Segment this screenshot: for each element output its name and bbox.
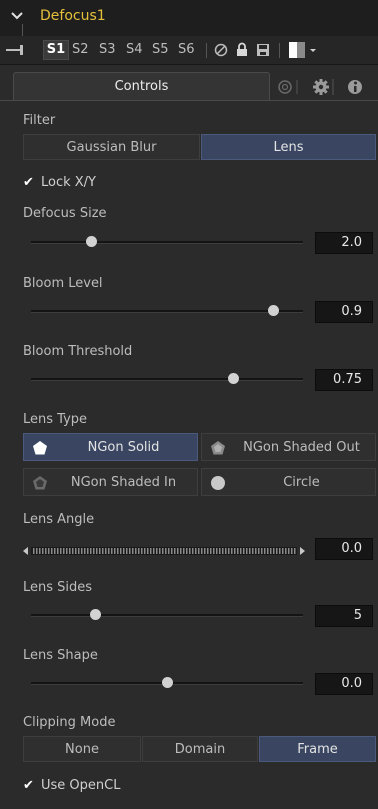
lens-angle-thumbwheel[interactable] (23, 545, 305, 557)
lens-type-label: Lens Type (23, 412, 88, 427)
tree-line (22, 24, 23, 36)
bloom-level-slider-track[interactable] (31, 310, 303, 313)
color-swatch-icon[interactable] (289, 42, 319, 58)
lens-ngon-shaded-out-label: NGon Shaded Out (243, 440, 360, 455)
lock-xy-checkbox[interactable]: ✔ Lock X/Y (23, 175, 96, 190)
modifiers-icon[interactable] (272, 77, 298, 97)
lock-xy-label: Lock X/Y (41, 175, 97, 190)
checkmark-icon: ✔ (23, 175, 34, 190)
lens-shape-label: Lens Shape (23, 648, 98, 663)
version-s1-button[interactable]: S1 (43, 40, 69, 60)
toolbar-divider (279, 43, 280, 58)
lens-circle-label: Circle (283, 475, 320, 490)
lock-icon[interactable] (236, 42, 248, 57)
lens-ngon-solid-button[interactable]: NGon Solid (23, 433, 198, 461)
chevron-down-icon[interactable] (10, 9, 24, 23)
bloom-threshold-slider-thumb[interactable] (228, 373, 239, 384)
pentagon-shaded-in-icon (33, 476, 47, 490)
info-icon[interactable] (342, 76, 368, 98)
use-opencl-label: Use OpenCL (41, 778, 121, 793)
defocus-size-label: Defocus Size (23, 206, 107, 221)
lens-shape-slider-thumb[interactable] (162, 677, 173, 688)
lens-ngon-solid-label: NGon Solid (87, 440, 160, 455)
bloom-threshold-slider-track[interactable] (31, 378, 303, 381)
pentagon-icon (33, 441, 47, 455)
filter-label: Filter (23, 113, 56, 128)
lens-shape-value[interactable]: 0.0 (315, 673, 373, 695)
lens-ngon-shaded-in-label: NGon Shaded In (70, 475, 177, 490)
lens-ngon-shaded-out-button[interactable]: NGon Shaded Out (201, 433, 376, 461)
clipping-mode-label: Clipping Mode (23, 715, 116, 730)
clipping-frame-button[interactable]: Frame (259, 736, 376, 762)
node-title: Defocus1 (40, 8, 106, 24)
defocus-size-slider-track[interactable] (31, 241, 303, 244)
checkmark-icon: ✔ (23, 778, 34, 793)
lens-sides-slider-thumb[interactable] (90, 609, 101, 620)
pin-icon[interactable] (6, 44, 32, 56)
lens-sides-slider-track[interactable] (31, 614, 303, 617)
version-s2-button[interactable]: S2 (72, 41, 89, 59)
bloom-threshold-value[interactable]: 0.75 (315, 369, 373, 391)
clipping-domain-button[interactable]: Domain (142, 736, 258, 762)
version-s6-button[interactable]: S6 (178, 41, 195, 59)
circle-icon (211, 476, 225, 490)
save-icon[interactable] (256, 43, 270, 57)
toolbar-divider (206, 43, 207, 58)
lens-angle-value[interactable]: 0.0 (315, 538, 373, 560)
bloom-level-label: Bloom Level (23, 276, 103, 291)
use-opencl-checkbox[interactable]: ✔ Use OpenCL (23, 778, 120, 793)
lens-circle-button[interactable]: Circle (201, 468, 376, 496)
bloom-level-value[interactable]: 0.9 (315, 301, 373, 323)
tab-divider (0, 100, 378, 101)
filter-gaussian-blur-button[interactable]: Gaussian Blur (23, 134, 200, 160)
defocus-size-slider-thumb[interactable] (86, 236, 97, 247)
bypass-icon[interactable] (214, 43, 228, 57)
version-toolbar: S1 S2 S3 S4 S5 S6 (0, 36, 378, 65)
lens-sides-value[interactable]: 5 (315, 605, 373, 627)
clipping-none-button[interactable]: None (23, 736, 141, 762)
pentagon-shaded-icon (211, 441, 225, 455)
lens-sides-label: Lens Sides (23, 580, 93, 595)
tab-controls[interactable]: Controls (13, 72, 270, 101)
gear-icon[interactable] (308, 76, 334, 98)
version-s3-button[interactable]: S3 (99, 41, 116, 59)
filter-lens-button[interactable]: Lens (201, 134, 376, 160)
defocus-size-value[interactable]: 2.0 (315, 232, 373, 254)
lens-angle-label: Lens Angle (23, 512, 95, 527)
version-s4-button[interactable]: S4 (126, 41, 143, 59)
lens-ngon-shaded-in-button[interactable]: NGon Shaded In (23, 468, 198, 496)
version-s5-button[interactable]: S5 (152, 41, 169, 59)
bloom-level-slider-thumb[interactable] (268, 305, 279, 316)
bloom-threshold-label: Bloom Threshold (23, 344, 133, 359)
